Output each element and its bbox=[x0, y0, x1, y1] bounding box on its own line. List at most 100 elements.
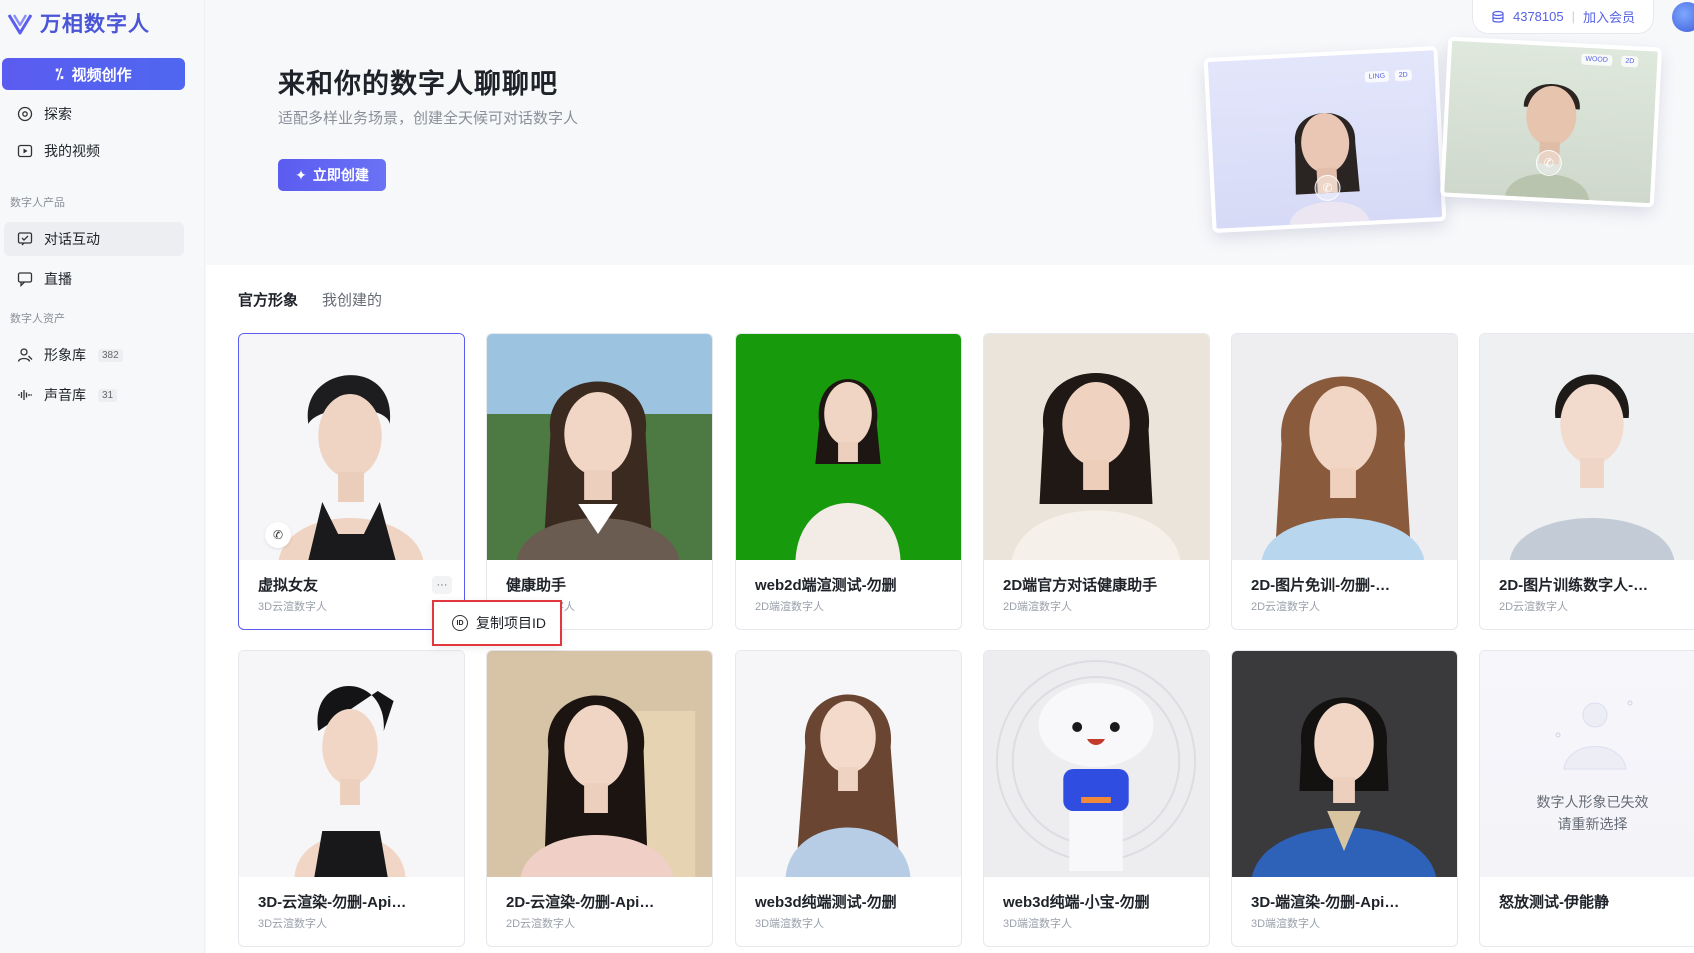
avatar-name: 虚拟女友 bbox=[258, 577, 319, 594]
hero-avatar-card-ling: LING 2D ✆ bbox=[1203, 45, 1447, 234]
sidebar-item-label: 对话互动 bbox=[44, 231, 100, 247]
avatar-card-image bbox=[487, 651, 712, 877]
count-badge: 382 bbox=[98, 348, 123, 362]
main-content: 官方形象 我创建的 ✆ 虚拟女友 3D云渲数字人 ··· 健康助手 2D云渲数字… bbox=[206, 265, 1694, 953]
avatar-card[interactable]: 2D-云渲染-勿删-Api… 2D云渲数字人 bbox=[486, 650, 713, 947]
magic-wand-icon: ⁒ bbox=[55, 66, 64, 83]
section-label-products: 数字人产品 bbox=[10, 197, 65, 209]
avatar-card-image bbox=[1480, 334, 1694, 560]
account-pill: 4378105 | 加入会员 bbox=[1472, 0, 1654, 34]
id-icon: ID bbox=[452, 615, 468, 631]
avatar-card[interactable]: 2D端官方对话健康助手 2D端渲数字人 bbox=[983, 333, 1210, 630]
video-icon bbox=[16, 142, 34, 160]
hero-title: 来和你的数字人聊聊吧 bbox=[278, 69, 558, 99]
avatar-name: 3D-端渲染-勿删-Api… bbox=[1251, 894, 1400, 911]
avatar-type: 2D端渲数字人 bbox=[1003, 601, 1073, 613]
sidebar-item-label: 我的视频 bbox=[44, 143, 100, 159]
brand-name: 万相数字人 bbox=[40, 13, 150, 36]
avatar-name: web2d端渲测试-勿删 bbox=[755, 577, 897, 594]
video-create-label: 视频创作 bbox=[71, 66, 132, 84]
avatar-card-placeholder: 数字人形象已失效 请重新选择 bbox=[1480, 651, 1694, 877]
compass-icon bbox=[16, 105, 34, 123]
avatar-card[interactable]: web3d纯端-小宝-勿删 3D端渲数字人 bbox=[983, 650, 1210, 947]
avatar-card-image bbox=[1232, 651, 1457, 877]
invalid-person-icon bbox=[1555, 700, 1633, 770]
invalid-message-line2: 请重新选择 bbox=[1557, 816, 1628, 832]
tab-mine[interactable]: 我创建的 bbox=[322, 289, 382, 310]
hero-card-tag: 2D bbox=[1620, 55, 1639, 68]
app-root: 万相数字人 ⁒ 视频创作 探索 我的视频 数字人产品 对话互动 直播 数字人资产… bbox=[0, 0, 1694, 953]
sidebar-item-dialogue[interactable]: 对话互动 bbox=[4, 222, 184, 256]
avatar-name: 3D-云渲染-勿删-Api… bbox=[258, 894, 407, 911]
avatar-name: web3d纯端测试-勿删 bbox=[755, 894, 897, 911]
sidebar-item-label: 形象库 bbox=[44, 347, 86, 363]
section-label-assets: 数字人资产 bbox=[10, 313, 65, 325]
avatar-type: 3D端渲数字人 bbox=[1251, 918, 1321, 930]
copy-project-id-menu-item[interactable]: ID 复制项目ID bbox=[432, 600, 562, 646]
live-icon bbox=[16, 270, 34, 288]
avatar-type: 3D云渲数字人 bbox=[258, 918, 328, 930]
avatar-name: 2D端官方对话健康助手 bbox=[1003, 577, 1158, 594]
avatar-portrait-image bbox=[1289, 113, 1370, 225]
avatar-card[interactable]: 3D-端渲染-勿删-Api… 3D端渲数字人 bbox=[1231, 650, 1458, 947]
brand[interactable]: 万相数字人 bbox=[6, 8, 150, 38]
avatar-card[interactable]: 2D-图片训练数字人-… 2D云渲数字人 bbox=[1479, 333, 1694, 630]
avatar-card-image bbox=[736, 334, 961, 560]
avatar-name: 2D-云渲染-勿删-Api… bbox=[506, 894, 655, 911]
video-create-button[interactable]: ⁒ 视频创作 bbox=[2, 58, 185, 90]
avatar-name: web3d纯端-小宝-勿删 bbox=[1003, 894, 1150, 911]
avatar-card[interactable]: 3D-云渲染-勿删-Api… 3D云渲数字人 bbox=[238, 650, 465, 947]
avatar-card[interactable]: web3d纯端测试-勿删 3D端渲数字人 bbox=[735, 650, 962, 947]
sidebar: 万相数字人 ⁒ 视频创作 探索 我的视频 数字人产品 对话互动 直播 数字人资产… bbox=[0, 0, 205, 953]
avatar-type: 2D云渲数字人 bbox=[1251, 601, 1321, 613]
avatar-card-image bbox=[1232, 334, 1457, 560]
sidebar-item-label: 直播 bbox=[44, 271, 72, 287]
sidebar-item-avatar-library[interactable]: 形象库 382 bbox=[4, 338, 184, 372]
sidebar-item-live[interactable]: 直播 bbox=[4, 262, 184, 296]
credits-value: 4378105 bbox=[1512, 9, 1564, 24]
sidebar-item-label: 探索 bbox=[44, 106, 72, 122]
join-member-link[interactable]: 加入会员 bbox=[1583, 7, 1635, 26]
copy-project-id-label: 复制项目ID bbox=[476, 615, 546, 631]
tab-official[interactable]: 官方形象 bbox=[238, 289, 298, 310]
sidebar-item-my-videos[interactable]: 我的视频 bbox=[4, 134, 184, 168]
avatar-type: 2D端渲数字人 bbox=[755, 601, 825, 613]
hero-banner: 来和你的数字人聊聊吧 适配多样业务场景，创建全天候可对话数字人 ✦ 立即创建 L… bbox=[206, 0, 1694, 265]
sidebar-item-voice-library[interactable]: 声音库 31 bbox=[4, 378, 184, 412]
voice-icon bbox=[16, 386, 34, 404]
more-options-button[interactable]: ··· bbox=[432, 576, 452, 594]
avatar-name: 健康助手 bbox=[506, 577, 567, 594]
avatar-tabs: 官方形象 我创建的 bbox=[238, 289, 382, 310]
coin-stack-icon bbox=[1492, 10, 1504, 23]
sparkle-icon: ✦ bbox=[295, 166, 307, 183]
avatar-card-image bbox=[984, 334, 1209, 560]
sidebar-item-label: 声音库 bbox=[44, 387, 86, 403]
hero-avatar-card-wood: WOOD 2D ✆ bbox=[1439, 36, 1663, 208]
hero-subtitle: 适配多样业务场景，创建全天候可对话数字人 bbox=[278, 110, 579, 127]
avatar-portrait-image bbox=[1505, 84, 1589, 201]
avatar-card[interactable]: 2D-图片免训-勿删-… 2D云渲数字人 bbox=[1231, 333, 1458, 630]
avatar-card-image bbox=[487, 334, 712, 560]
create-now-label: 立即创建 bbox=[312, 167, 369, 183]
person-icon bbox=[16, 346, 34, 364]
avatar-card-image bbox=[239, 651, 464, 877]
avatar-type: 2D云渲数字人 bbox=[506, 918, 576, 930]
avatar-card-image bbox=[736, 651, 961, 877]
user-avatar[interactable] bbox=[1672, 2, 1694, 32]
avatar-type: 3D端渲数字人 bbox=[1003, 918, 1073, 930]
avatar-type: 2D云渲数字人 bbox=[1499, 601, 1569, 613]
count-badge: 31 bbox=[98, 388, 118, 402]
chat-icon bbox=[16, 230, 34, 248]
avatar-card-invalid[interactable]: 数字人形象已失效 请重新选择 怒放测试-伊能静 bbox=[1479, 650, 1694, 947]
avatar-name: 2D-图片免训-勿删-… bbox=[1251, 577, 1391, 594]
pill-separator: | bbox=[1571, 9, 1575, 24]
avatar-card[interactable]: ✆ 虚拟女友 3D云渲数字人 ··· bbox=[238, 333, 465, 630]
avatar-card[interactable]: 健康助手 2D云渲数字人 bbox=[486, 333, 713, 630]
avatar-type: 3D端渲数字人 bbox=[755, 918, 825, 930]
hero-card-tag: LING bbox=[1364, 70, 1390, 83]
create-now-button[interactable]: ✦ 立即创建 bbox=[278, 159, 386, 191]
avatar-card[interactable]: web2d端渲测试-勿删 2D端渲数字人 bbox=[735, 333, 962, 630]
phone-icon[interactable]: ✆ bbox=[265, 522, 291, 548]
sidebar-item-explore[interactable]: 探索 bbox=[4, 97, 184, 131]
invalid-message-line1: 数字人形象已失效 bbox=[1536, 794, 1649, 810]
